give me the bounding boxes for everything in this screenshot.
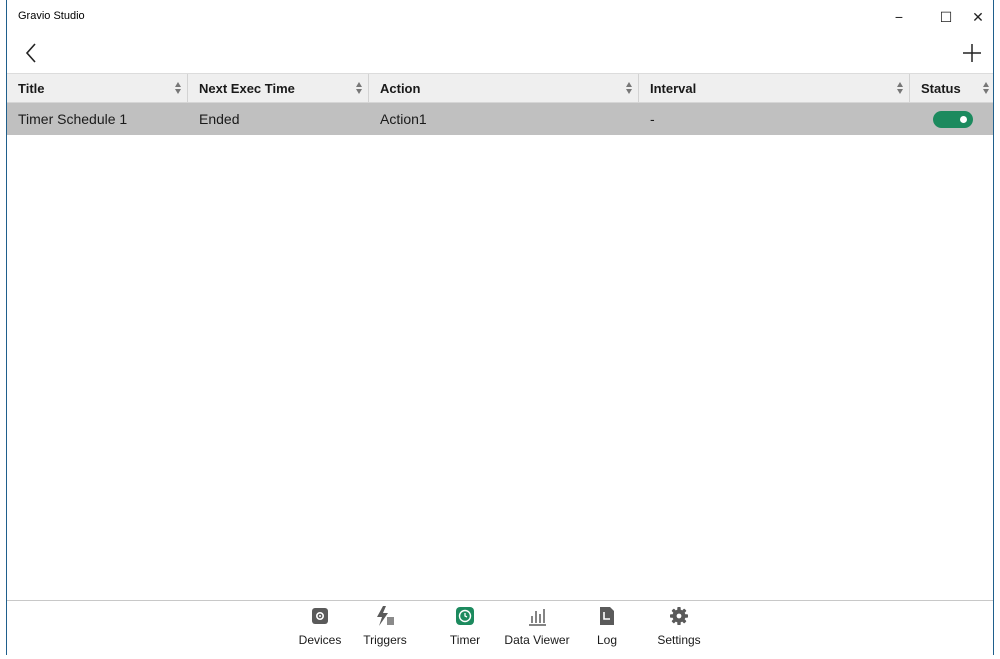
sort-icon — [356, 82, 362, 94]
column-header-status[interactable]: Status — [910, 74, 995, 102]
sort-icon — [626, 82, 632, 94]
nav-item-devices[interactable]: Devices — [295, 605, 345, 653]
plus-icon — [963, 44, 981, 62]
column-header-next-exec-time[interactable]: Next Exec Time — [188, 74, 369, 102]
nav-item-timer[interactable]: Timer — [440, 605, 490, 653]
nav-item-label: Devices — [298, 633, 342, 647]
sort-icon — [897, 82, 903, 94]
window-title: Gravio Studio — [18, 10, 85, 22]
bottom-nav: Devices Triggers Timer Data Viewer Log S… — [7, 600, 993, 655]
column-header-label: Title — [18, 80, 45, 96]
title-bar: Gravio Studio − ☐ ✕ — [7, 0, 993, 34]
nav-item-settings[interactable]: Settings — [652, 605, 706, 653]
cell-title: Timer Schedule 1 — [18, 111, 128, 127]
chart-icon — [529, 609, 546, 626]
devices-icon — [312, 608, 328, 624]
toggle-knob — [960, 116, 967, 123]
column-header-action[interactable]: Action — [369, 74, 639, 102]
cell-action: Action1 — [380, 111, 427, 127]
gear-icon — [670, 607, 688, 625]
column-header-label: Status — [921, 80, 961, 96]
nav-item-label: Triggers — [363, 633, 407, 647]
chevron-left-icon — [25, 43, 36, 63]
sort-icon — [983, 82, 989, 94]
nav-item-triggers[interactable]: Triggers — [355, 605, 415, 653]
minimize-button[interactable]: − — [876, 0, 922, 34]
triggers-icon — [377, 606, 394, 626]
table-header: Title Next Exec Time Action Interval Sta… — [7, 73, 993, 103]
column-header-label: Interval — [650, 80, 697, 96]
app-window: Gravio Studio − ☐ ✕ Title Next Exec Time… — [6, 0, 994, 655]
status-toggle[interactable] — [933, 111, 973, 128]
cell-interval: - — [650, 111, 655, 127]
column-header-interval[interactable]: Interval — [639, 74, 910, 102]
toolbar — [7, 34, 993, 72]
log-icon — [600, 607, 614, 625]
column-header-label: Next Exec Time — [199, 80, 295, 96]
cell-next-exec-time: Ended — [199, 111, 240, 127]
nav-item-log[interactable]: Log — [589, 605, 625, 653]
column-header-title[interactable]: Title — [7, 74, 188, 102]
nav-item-label: Log — [596, 633, 618, 647]
sort-icon — [175, 82, 181, 94]
timer-icon — [456, 607, 474, 625]
nav-item-label: Settings — [657, 633, 701, 647]
add-button[interactable] — [957, 38, 987, 68]
nav-item-data-viewer[interactable]: Data Viewer — [499, 605, 575, 653]
column-header-label: Action — [380, 80, 421, 96]
nav-item-label: Timer — [449, 633, 481, 647]
back-button[interactable] — [17, 38, 47, 68]
table-row[interactable]: Timer Schedule 1 Ended Action1 - — [7, 103, 993, 135]
close-button[interactable]: ✕ — [955, 0, 1000, 34]
nav-item-label: Data Viewer — [504, 633, 570, 647]
